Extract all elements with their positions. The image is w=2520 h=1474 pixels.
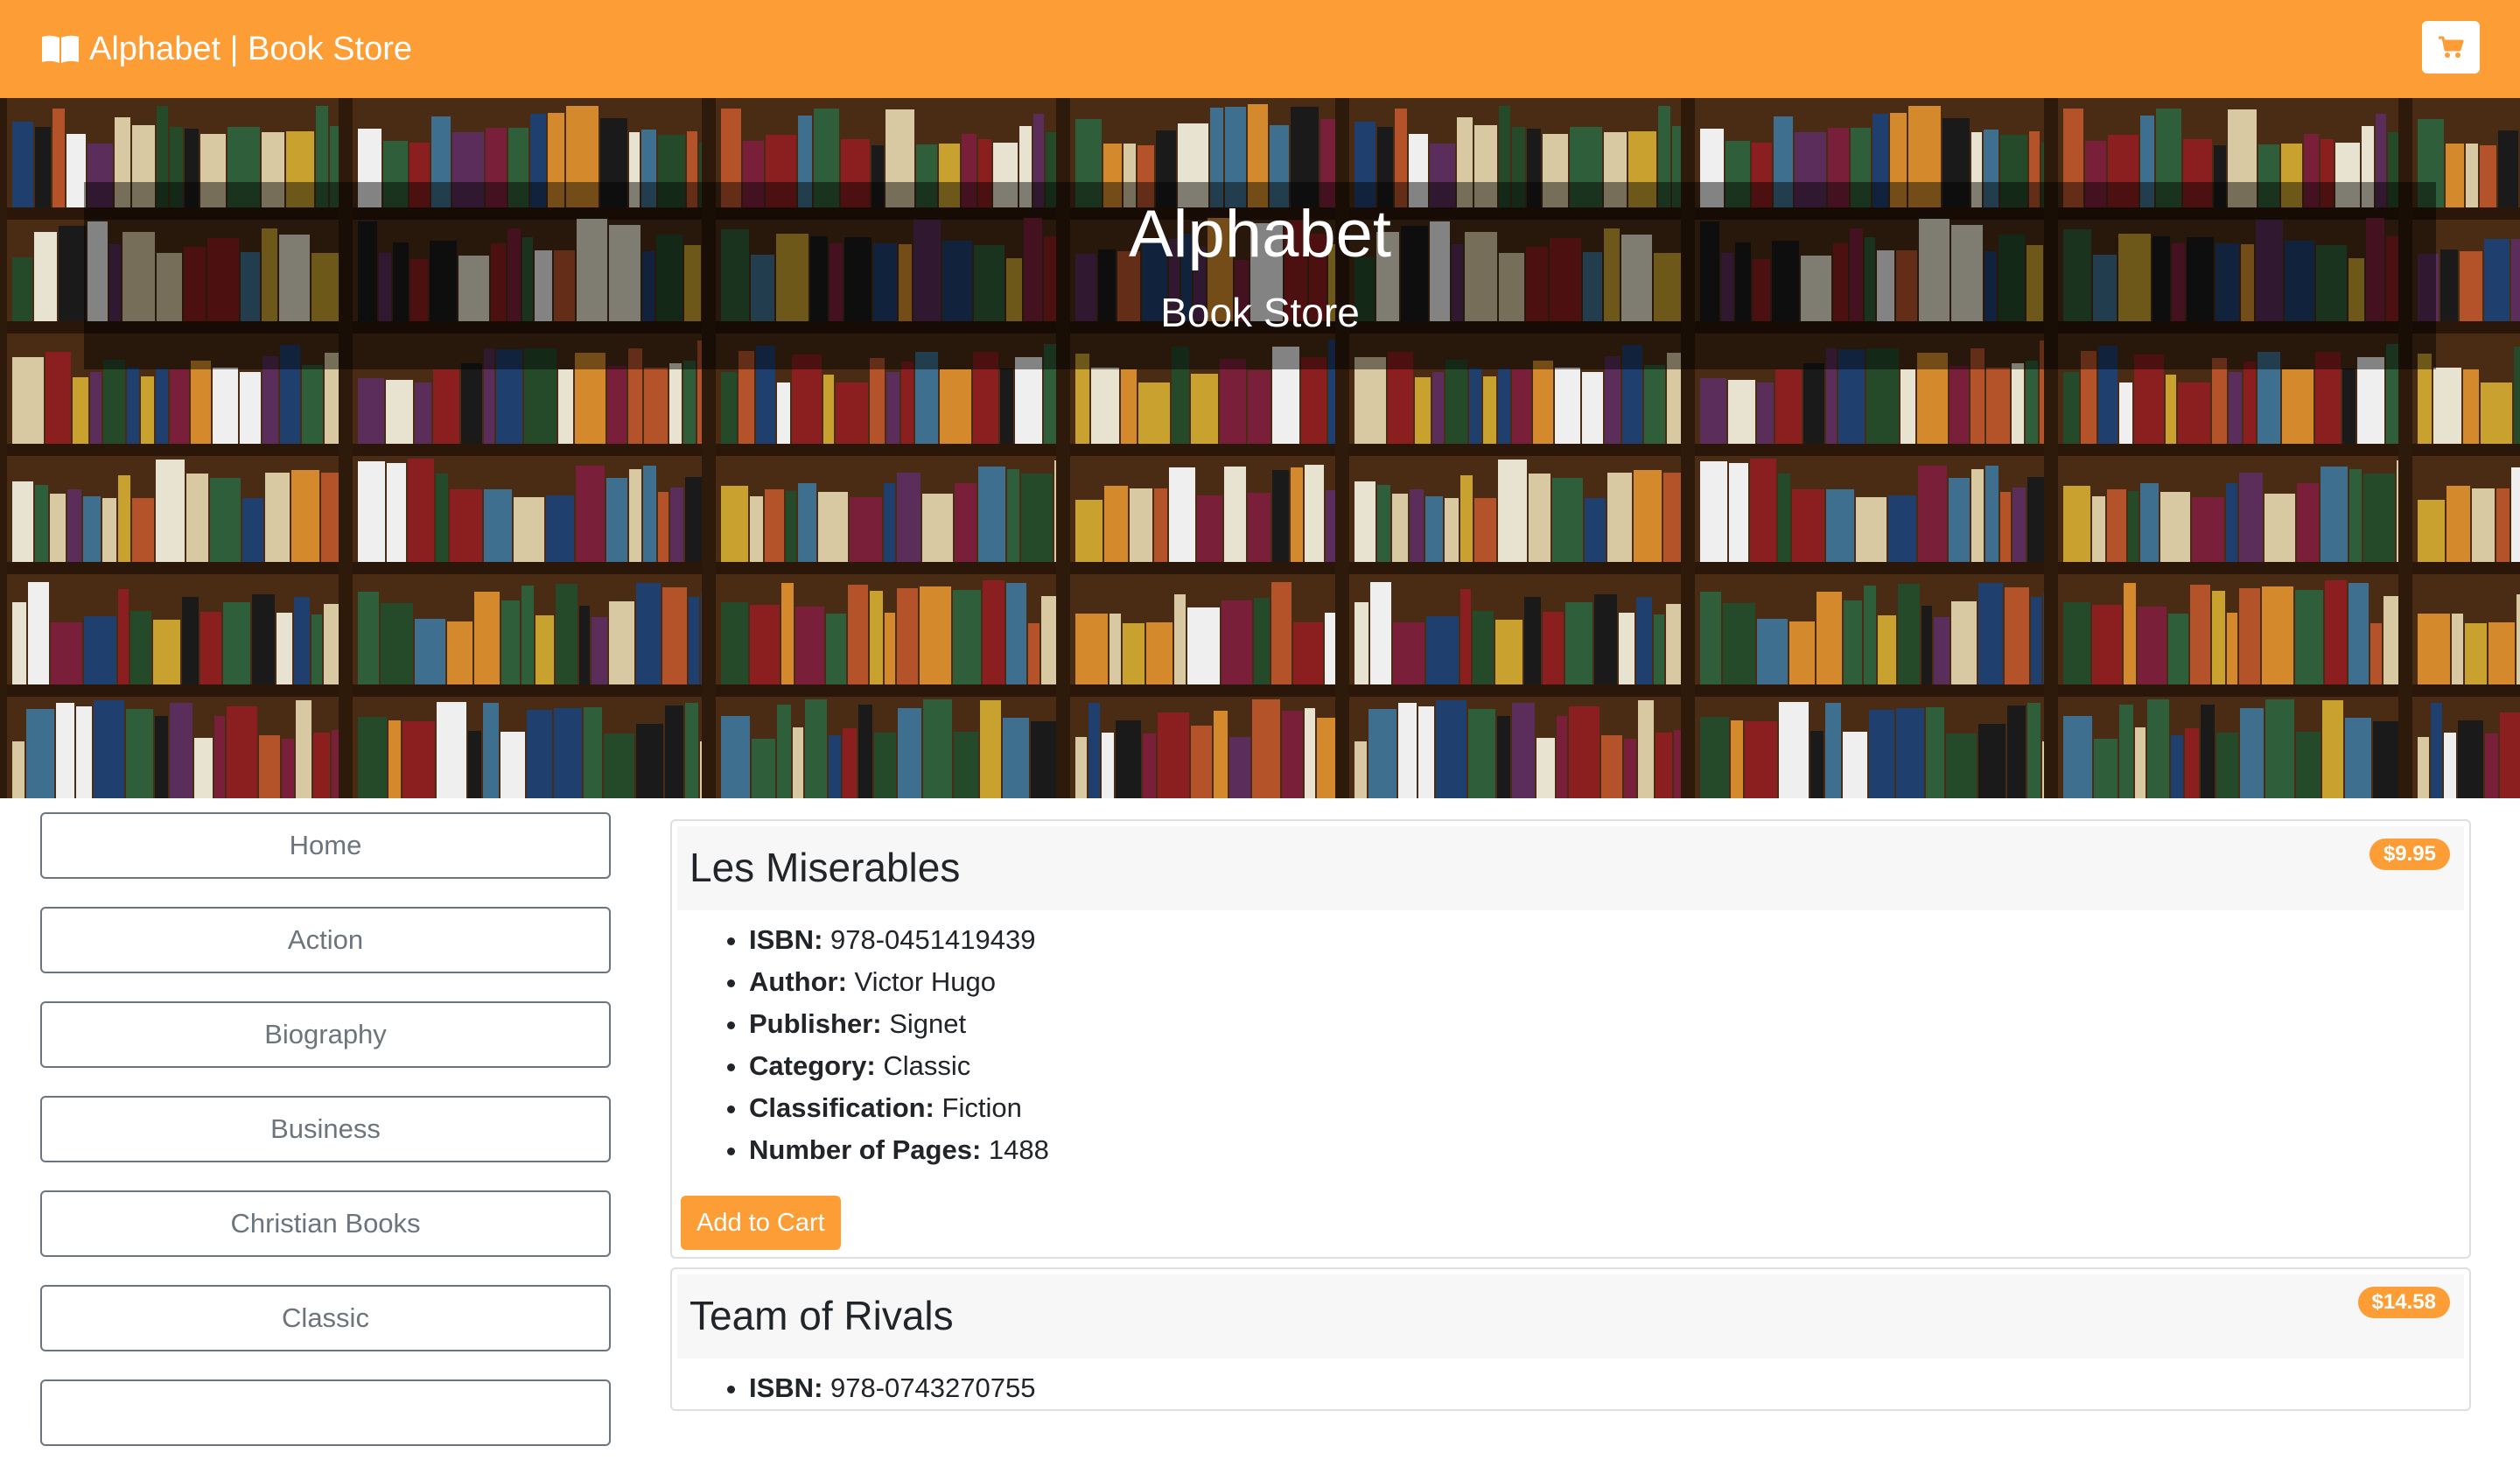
book-details-list: ISBN: 978-0743270755 [672, 1367, 2469, 1409]
detail-author: Author: Victor Hugo [749, 961, 2469, 1003]
category-button-home[interactable]: Home [40, 812, 611, 879]
book-title: Team of Rivals [690, 1293, 954, 1338]
price-badge: $14.58 [2357, 1287, 2450, 1318]
price-badge: $9.95 [2369, 839, 2450, 870]
cart-button[interactable] [2422, 21, 2480, 74]
category-button-classic[interactable]: Classic [40, 1285, 611, 1351]
category-button-biography[interactable]: Biography [40, 1001, 611, 1068]
detail-classification: Classification: Fiction [749, 1087, 2469, 1129]
shopping-cart-icon [2439, 36, 2464, 58]
detail-isbn: ISBN: 978-0451419439 [749, 919, 2469, 961]
add-to-cart-button[interactable]: Add to Cart [681, 1196, 841, 1250]
detail-category: Category: Classic [749, 1045, 2469, 1087]
category-button-next[interactable] [40, 1379, 611, 1446]
category-button-action[interactable]: Action [40, 907, 611, 973]
detail-publisher: Publisher: Signet [749, 1003, 2469, 1045]
book-card-header: Les Miserables $9.95 [677, 826, 2464, 910]
hero-banner: Alphabet Book Store [0, 98, 2520, 798]
detail-isbn: ISBN: 978-0743270755 [749, 1367, 2469, 1409]
hero-title: Alphabet [1128, 197, 1392, 271]
hero-subtitle: Book Store [1160, 289, 1360, 335]
book-details-list: ISBN: 978-0451419439 Author: Victor Hugo… [672, 919, 2469, 1171]
category-sidebar: Home Action Biography Business Christian… [40, 812, 611, 1474]
book-card-header: Team of Rivals $14.58 [677, 1274, 2464, 1358]
book-card: Team of Rivals $14.58 ISBN: 978-07432707… [670, 1267, 2471, 1411]
category-button-business[interactable]: Business [40, 1096, 611, 1162]
category-button-christian-books[interactable]: Christian Books [40, 1190, 611, 1257]
hero-caption: Alphabet Book Store [84, 182, 2436, 369]
brand-link[interactable]: Alphabet | Book Store [40, 31, 412, 68]
book-list: Les Miserables $9.95 ISBN: 978-045141943… [670, 819, 2471, 1420]
open-book-icon [42, 35, 79, 63]
brand-text: Alphabet | Book Store [89, 30, 412, 67]
detail-pages: Number of Pages: 1488 [749, 1129, 2469, 1171]
book-title: Les Miserables [690, 845, 961, 890]
book-card: Les Miserables $9.95 ISBN: 978-045141943… [670, 819, 2471, 1259]
navbar: Alphabet | Book Store [0, 0, 2520, 98]
